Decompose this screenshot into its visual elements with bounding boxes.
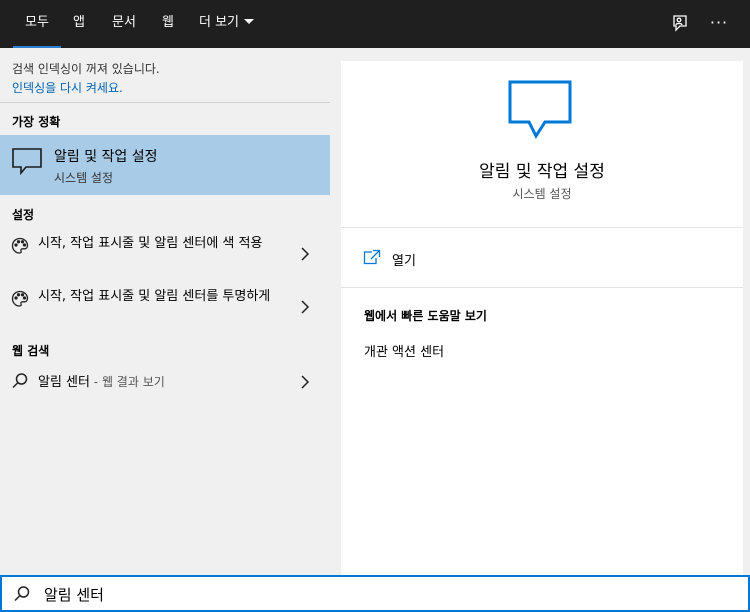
settings-result-label: 시작, 작업 표시줄 및 알림 센터를 투명하게 — [38, 289, 271, 304]
preview-subtitle: 시스템 설정 — [512, 187, 572, 201]
divider — [341, 227, 743, 228]
tab-more[interactable]: 더 보기 — [199, 0, 255, 48]
preview-title: 알림 및 작업 설정 — [479, 162, 605, 182]
chevron-down-icon — [244, 19, 255, 24]
web-help-link[interactable]: 개관 액션 센터 — [364, 341, 444, 360]
enable-indexing-link[interactable]: 인덱싱을 다시 켜세요. — [12, 79, 123, 96]
web-search-query: 알림 센터 — [38, 375, 90, 390]
preview-panel: 알림 및 작업 설정 시스템 설정 열기 웹에서 빠른 도움말 보기 개관 액션… — [341, 61, 743, 575]
best-match-subtitle: 시스템 설정 — [54, 171, 114, 185]
open-action[interactable]: 열기 — [341, 241, 743, 277]
tab-apps[interactable]: 앱 — [73, 0, 85, 48]
tab-more-label: 더 보기 — [199, 15, 240, 30]
settings-result-transparency[interactable]: 시작, 작업 표시줄 및 알림 센터를 투명하게 — [0, 286, 330, 330]
results-panel: 검색 인덱싱이 꺼져 있습니다. 인덱싱을 다시 켜세요. 가장 정확 알림 및… — [0, 48, 330, 575]
chevron-right-icon — [301, 300, 310, 314]
open-icon — [363, 249, 381, 265]
search-icon — [12, 373, 28, 389]
notification-icon — [508, 80, 572, 140]
best-match-item[interactable]: 알림 및 작업 설정 시스템 설정 — [0, 135, 330, 195]
tab-web[interactable]: 웹 — [162, 0, 174, 48]
best-match-title: 알림 및 작업 설정 — [54, 149, 158, 165]
palette-icon — [11, 237, 29, 254]
tab-documents[interactable]: 문서 — [112, 0, 136, 48]
web-search-result[interactable]: 알림 센터 - 웹 결과 보기 — [0, 368, 330, 396]
section-settings: 설정 — [12, 208, 35, 222]
indexing-notice: 검색 인덱싱이 꺼져 있습니다. 인덱싱을 다시 켜세요. — [0, 48, 330, 103]
section-web-search: 웹 검색 — [12, 344, 50, 358]
web-search-suffix: - 웹 결과 보기 — [89, 375, 165, 389]
notification-icon — [12, 148, 42, 176]
search-bar — [0, 575, 750, 612]
more-options-icon[interactable]: ··· — [707, 12, 731, 36]
chevron-right-icon — [301, 247, 310, 261]
settings-result-label: 시작, 작업 표시줄 및 알림 센터에 색 적용 — [38, 236, 263, 251]
indexing-notice-text: 검색 인덱싱이 꺼져 있습니다. — [12, 62, 160, 76]
tab-all[interactable]: 모두 — [13, 0, 61, 48]
chevron-right-icon — [301, 375, 310, 389]
open-label: 열기 — [392, 254, 416, 269]
divider — [341, 287, 743, 288]
palette-icon — [11, 290, 29, 307]
search-input[interactable] — [44, 582, 734, 606]
feedback-icon[interactable] — [668, 12, 692, 36]
section-best-match: 가장 정확 — [12, 115, 61, 129]
settings-result-color[interactable]: 시작, 작업 표시줄 및 알림 센터에 색 적용 — [0, 233, 330, 277]
top-bar: 모두 앱 문서 웹 더 보기 ··· — [0, 0, 750, 48]
search-icon — [14, 586, 30, 602]
web-help-title: 웹에서 빠른 도움말 보기 — [364, 309, 487, 323]
